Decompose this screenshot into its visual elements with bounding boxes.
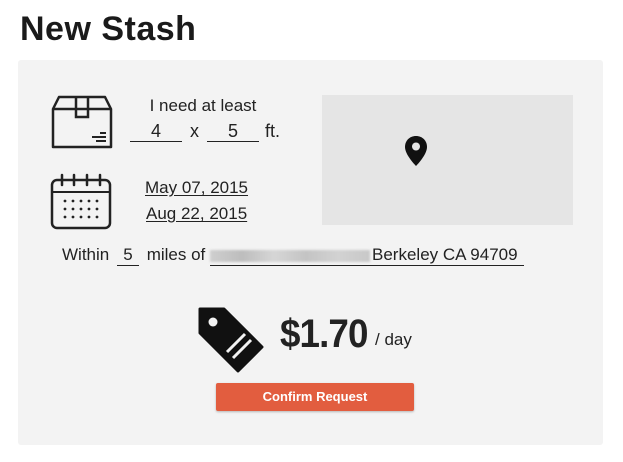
length-field[interactable]: 5 <box>207 121 259 142</box>
map-pin-icon <box>405 136 427 166</box>
confirm-request-button[interactable]: Confirm Request <box>216 383 414 411</box>
miles-label: miles of <box>146 245 206 264</box>
address-city: Berkeley CA 94709 <box>372 245 518 264</box>
calendar-icon <box>50 173 112 230</box>
page-title: New Stash <box>20 10 197 48</box>
dimension-row: 4 x 5 ft. <box>130 121 280 142</box>
times-sign: x <box>190 121 199 141</box>
redacted-street <box>210 249 371 262</box>
width-field[interactable]: 4 <box>130 121 182 142</box>
miles-field[interactable]: 5 <box>116 245 139 266</box>
size-intro: I need at least <box>149 96 257 115</box>
unit-label: ft. <box>265 121 281 141</box>
stash-request-panel: I need at least 4 x 5 ft. May 07, 2015 Aug … <box>18 60 603 445</box>
price-amount: $1.70 <box>280 312 368 356</box>
price-tag-icon <box>198 307 264 373</box>
price-period: / day <box>375 330 412 349</box>
end-date-link[interactable]: Aug 22, 2015 <box>146 204 247 224</box>
box-icon <box>51 95 113 149</box>
address-field[interactable]: Berkeley CA 94709 <box>210 245 524 266</box>
within-label: Within <box>62 245 110 264</box>
start-date-link[interactable]: May 07, 2015 <box>145 178 248 198</box>
location-map[interactable] <box>322 95 573 225</box>
location-row: Within 5 miles of Berkeley CA 94709 <box>62 245 524 266</box>
